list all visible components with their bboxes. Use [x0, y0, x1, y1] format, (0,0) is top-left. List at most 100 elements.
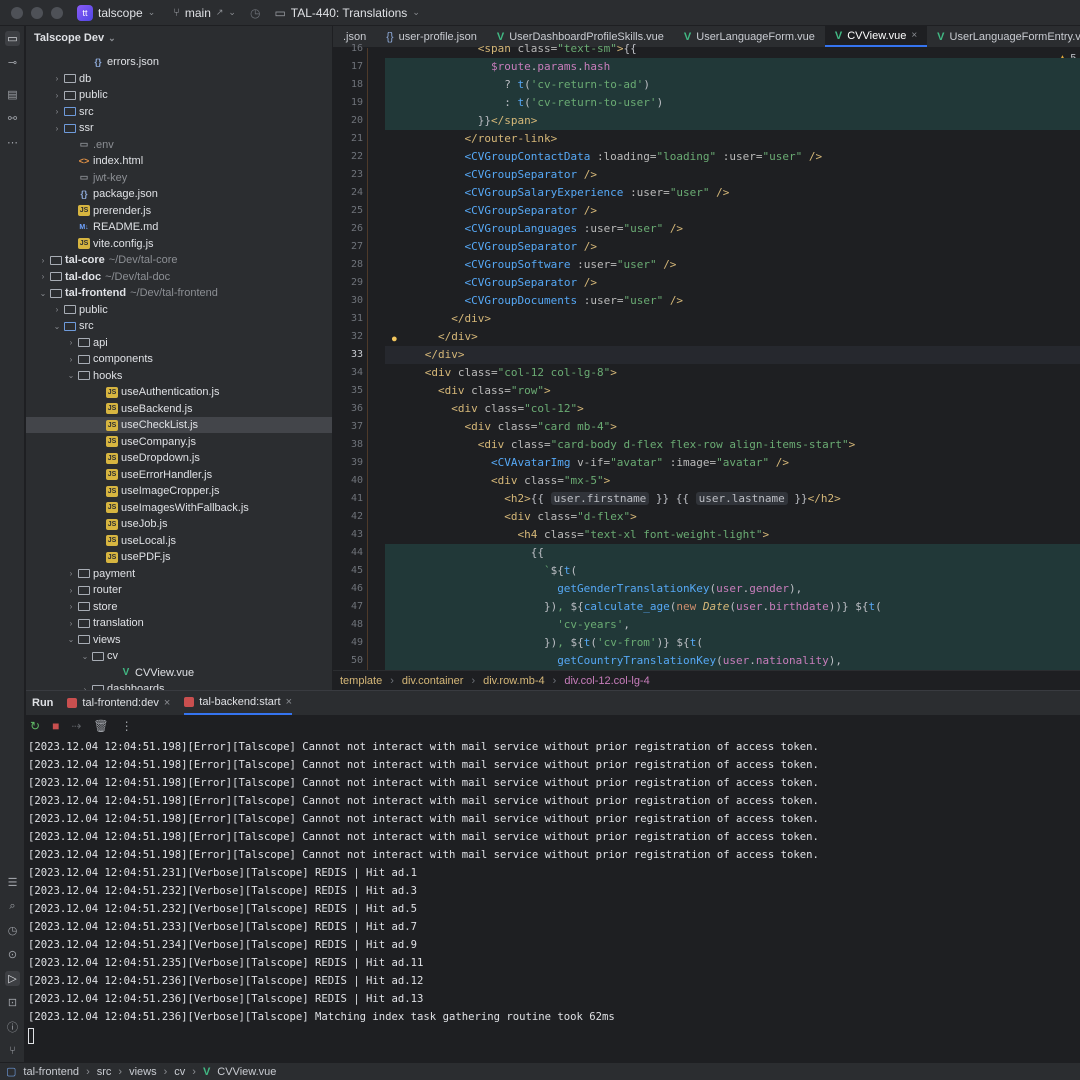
tree-item[interactable]: V CVView.vue: [26, 665, 332, 681]
tree-item[interactable]: JS useJob.js: [26, 516, 332, 532]
more-options-icon[interactable]: ⋮: [121, 719, 133, 733]
tree-item[interactable]: ⌄ src: [26, 318, 332, 334]
chevron-down-icon[interactable]: ⌄: [38, 289, 48, 298]
branch-switcher[interactable]: ⑂ main ↗ ⌄: [173, 6, 236, 20]
code-line[interactable]: $route.params.hash: [385, 58, 1080, 76]
search-icon[interactable]: ⌕: [5, 899, 20, 914]
trash-icon[interactable]: 🗑: [93, 719, 108, 733]
services-icon[interactable]: ⊙: [5, 947, 20, 962]
tree-item[interactable]: › tal-core ~/Dev/tal-core: [26, 252, 332, 268]
tree-item[interactable]: JS usePDF.js: [26, 549, 332, 565]
chevron-right-icon[interactable]: ›: [52, 107, 62, 116]
code-line[interactable]: }), ${calculate_age(new Date(user.birthd…: [385, 598, 1080, 616]
tree-item[interactable]: ⌄ cv: [26, 648, 332, 664]
task-switcher[interactable]: ▭ TAL-440: Translations ⌄: [274, 6, 419, 20]
code-line[interactable]: <CVGroupSeparator />: [385, 166, 1080, 184]
status-breadcrumb-item[interactable]: tal-frontend: [23, 1066, 79, 1078]
code-line[interactable]: </div>: [385, 328, 1080, 346]
problems-icon[interactable]: ⓘ: [5, 1019, 20, 1034]
code-line[interactable]: <h4 class="text-xl font-weight-light">: [385, 526, 1080, 544]
code-line[interactable]: `${t(: [385, 562, 1080, 580]
chevron-right-icon[interactable]: ›: [66, 569, 76, 578]
structure-icon[interactable]: ▤: [5, 87, 20, 102]
code-line[interactable]: </router-link>: [385, 130, 1080, 148]
chevron-right-icon[interactable]: ›: [38, 272, 48, 281]
code-line[interactable]: <span class="text-sm">{{: [385, 40, 1080, 58]
tree-item[interactable]: › dashboards: [26, 681, 332, 690]
code-line[interactable]: getGenderTranslationKey(user.gender),: [385, 580, 1080, 598]
code-line[interactable]: <div class="d-flex">: [385, 508, 1080, 526]
code-line[interactable]: <CVGroupLanguages :user="user" />: [385, 220, 1080, 238]
run-tab[interactable]: tal-backend:start ×: [184, 691, 293, 715]
close-icon[interactable]: ×: [164, 697, 170, 709]
close-window-button[interactable]: [11, 6, 23, 19]
minimize-window-button[interactable]: [31, 6, 43, 19]
status-breadcrumb-item[interactable]: src: [97, 1066, 112, 1078]
run-icon[interactable]: ▷: [5, 971, 20, 986]
tree-item[interactable]: JS useErrorHandler.js: [26, 467, 332, 483]
tree-item[interactable]: JS useLocal.js: [26, 533, 332, 549]
history-icon[interactable]: ◷: [250, 6, 260, 20]
code-line[interactable]: }}</span>: [385, 112, 1080, 130]
code-line[interactable]: <div class="col-12">: [385, 400, 1080, 418]
chevron-down-icon[interactable]: ⌄: [52, 322, 62, 331]
tree-item[interactable]: ▭ jwt-key: [26, 170, 332, 186]
tree-item[interactable]: JS useDropdown.js: [26, 450, 332, 466]
code-line[interactable]: : t('cv-return-to-user'): [385, 94, 1080, 112]
git-icon[interactable]: ⑂: [5, 1043, 20, 1058]
tree-item[interactable]: › api: [26, 335, 332, 351]
project-folder-icon[interactable]: ▭: [5, 31, 20, 46]
code-line[interactable]: }), ${t('cv-from')} ${t(: [385, 634, 1080, 652]
chevron-down-icon[interactable]: ⌄: [66, 371, 76, 380]
tree-item[interactable]: M↓ README.md: [26, 219, 332, 235]
code-area[interactable]: <span class="text-sm">{{ $route.params.h…: [385, 42, 1080, 670]
chevron-right-icon[interactable]: ›: [52, 91, 62, 100]
code-line[interactable]: getCountryTranslationKey(user.nationalit…: [385, 652, 1080, 670]
code-line[interactable]: <CVGroupSeparator />: [385, 238, 1080, 256]
chevron-right-icon[interactable]: ›: [66, 602, 76, 611]
status-breadcrumb-item[interactable]: CVView.vue: [217, 1066, 276, 1078]
chevron-right-icon[interactable]: ›: [66, 355, 76, 364]
tree-item[interactable]: ⌄ tal-frontend ~/Dev/tal-frontend: [26, 285, 332, 301]
code-line[interactable]: <CVAvatarImg v-if="avatar" :image="avata…: [385, 454, 1080, 472]
tree-item[interactable]: {} package.json: [26, 186, 332, 202]
tree-item[interactable]: JS useCompany.js: [26, 434, 332, 450]
code-line[interactable]: <h2>{{ user.firstname }} {{ user.lastnam…: [385, 490, 1080, 508]
code-line[interactable]: <div class="card mb-4">: [385, 418, 1080, 436]
tree-item[interactable]: JS useCheckList.js: [26, 417, 332, 433]
history-icon[interactable]: ◷: [5, 923, 20, 938]
tree-item[interactable]: ⌄ hooks: [26, 368, 332, 384]
code-line[interactable]: <CVGroupDocuments :user="user" />: [385, 292, 1080, 310]
run-tab[interactable]: tal-frontend:dev ×: [67, 691, 170, 715]
breadcrumb-item[interactable]: div.row.mb-4: [483, 675, 545, 687]
tree-item[interactable]: {} errors.json: [26, 54, 332, 70]
code-line[interactable]: <div class="row">: [385, 382, 1080, 400]
tree-item[interactable]: JS useImageCropper.js: [26, 483, 332, 499]
code-line[interactable]: <div class="card-body d-flex flex-row al…: [385, 436, 1080, 454]
tree-item[interactable]: <> index.html: [26, 153, 332, 169]
tree-item[interactable]: › tal-doc ~/Dev/tal-doc: [26, 269, 332, 285]
code-line[interactable]: </div>: [385, 346, 1080, 364]
code-line[interactable]: </div>: [385, 310, 1080, 328]
code-line[interactable]: ? t('cv-return-to-ad'): [385, 76, 1080, 94]
chevron-right-icon[interactable]: ›: [52, 305, 62, 314]
tree-item[interactable]: › src: [26, 104, 332, 120]
chevron-right-icon[interactable]: ›: [38, 256, 48, 265]
tree-item[interactable]: › db: [26, 71, 332, 87]
todo-list-icon[interactable]: ☰: [5, 875, 20, 890]
code-line[interactable]: {{: [385, 544, 1080, 562]
chevron-right-icon[interactable]: ›: [66, 619, 76, 628]
commit-icon[interactable]: ⊸: [5, 55, 20, 70]
status-breadcrumb-item[interactable]: views: [129, 1066, 157, 1078]
tree-item[interactable]: › public: [26, 87, 332, 103]
code-line[interactable]: 'cv-years',: [385, 616, 1080, 634]
tree-item[interactable]: › components: [26, 351, 332, 367]
restore-layout-icon[interactable]: ⇢: [71, 719, 81, 733]
code-line[interactable]: <CVGroupSalaryExperience :user="user" />: [385, 184, 1080, 202]
close-icon[interactable]: ×: [286, 696, 292, 708]
chevron-right-icon[interactable]: ›: [66, 338, 76, 347]
terminal-icon[interactable]: ⊡: [5, 995, 20, 1010]
more-icon[interactable]: ⋯: [5, 135, 20, 150]
rerun-icon[interactable]: ↻: [30, 719, 40, 733]
tree-item[interactable]: › public: [26, 302, 332, 318]
